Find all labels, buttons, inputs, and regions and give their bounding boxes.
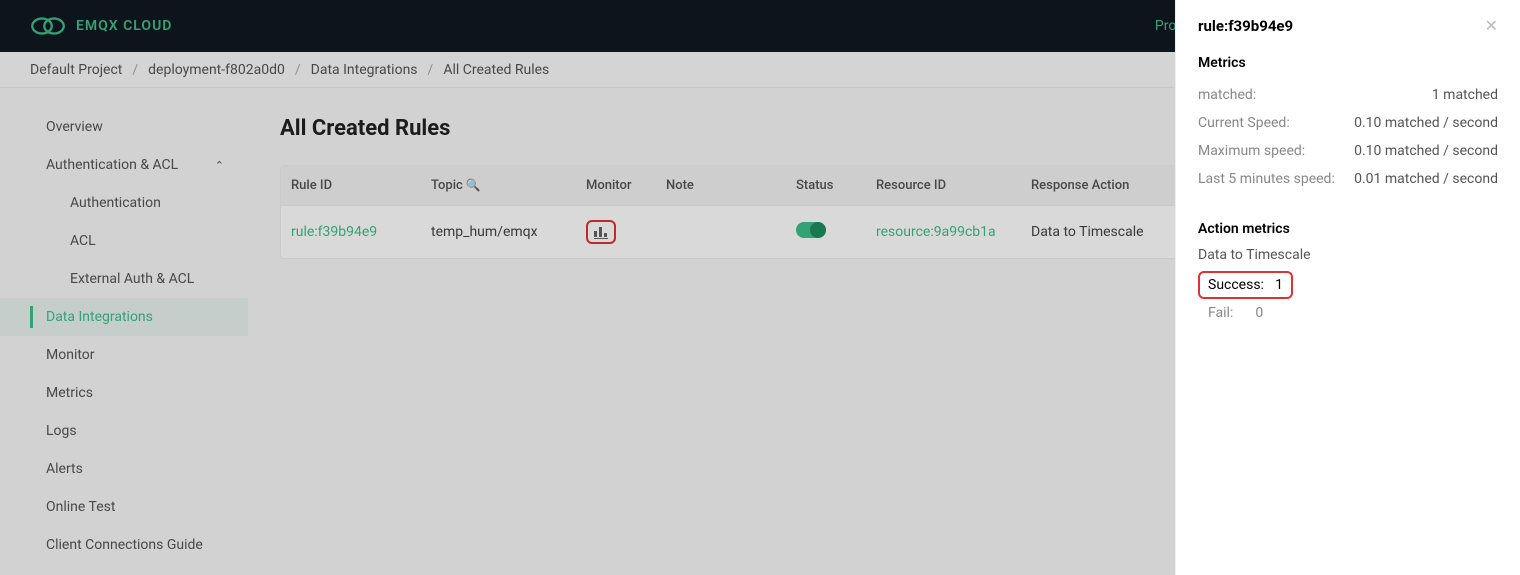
th-topic[interactable]: Topic🔍 — [421, 166, 576, 205]
th-resource-id: Resource ID — [866, 166, 1021, 205]
sidebar-item-data-integrations[interactable]: Data Integrations — [0, 298, 248, 336]
sidebar-item-external-auth[interactable]: External Auth & ACL — [0, 260, 248, 298]
sidebar-item-monitor[interactable]: Monitor — [0, 336, 248, 374]
success-label: Success: — [1208, 277, 1264, 293]
sidebar-item-authentication[interactable]: Authentication — [0, 184, 248, 222]
sidebar-item-client-connections[interactable]: Client Connections Guide — [0, 526, 248, 564]
highlight-box-success: Success: 1 — [1198, 271, 1498, 299]
cell-note — [656, 218, 786, 246]
status-toggle[interactable] — [796, 222, 826, 238]
metric-fail: Fail:0 — [1198, 299, 1498, 327]
metric-current-speed: Current Speed:0.10 matched / second — [1198, 109, 1498, 137]
th-rule-id: Rule ID — [281, 166, 421, 205]
metric-matched: matched:1 matched — [1198, 81, 1498, 109]
metrics-heading: Metrics — [1198, 55, 1498, 71]
sidebar-item-logs[interactable]: Logs — [0, 412, 248, 450]
metric-last5-speed: Last 5 minutes speed:0.01 matched / seco… — [1198, 165, 1498, 193]
sidebar-group-auth[interactable]: Authentication & ACL⌃ — [0, 146, 248, 184]
highlight-box — [586, 220, 616, 244]
rule-id-link[interactable]: rule:f39b94e9 — [291, 224, 377, 240]
cell-topic: temp_hum/emqx — [421, 210, 576, 254]
monitor-chart-icon[interactable] — [594, 225, 608, 239]
resource-id-link[interactable]: resource:9a99cb1a — [876, 224, 996, 240]
rule-detail-panel: rule:f39b94e9 ✕ Metrics matched:1 matche… — [1175, 0, 1520, 575]
panel-title: rule:f39b94e9 — [1198, 17, 1293, 35]
brand-logo[interactable]: EMQX CLOUD — [30, 15, 172, 37]
breadcrumb-project[interactable]: Default Project — [30, 62, 122, 78]
breadcrumb-deployment[interactable]: deployment-f802a0d0 — [148, 62, 285, 78]
breadcrumb-current: All Created Rules — [443, 62, 549, 78]
sidebar-item-acl[interactable]: ACL — [0, 222, 248, 260]
brand-text: EMQX CLOUD — [76, 18, 172, 34]
sidebar-item-overview[interactable]: Overview — [0, 108, 248, 146]
search-icon: 🔍 — [466, 178, 481, 192]
th-note: Note — [656, 166, 786, 205]
sidebar-item-metrics[interactable]: Metrics — [0, 374, 248, 412]
sidebar-item-alerts[interactable]: Alerts — [0, 450, 248, 488]
logo-icon — [30, 15, 66, 37]
action-metrics-heading: Action metrics — [1198, 221, 1498, 237]
close-icon[interactable]: ✕ — [1485, 16, 1498, 35]
metric-max-speed: Maximum speed:0.10 matched / second — [1198, 137, 1498, 165]
sidebar: Overview Authentication & ACL⌃ Authentic… — [0, 88, 248, 575]
sidebar-item-online-test[interactable]: Online Test — [0, 488, 248, 526]
th-monitor: Monitor — [576, 166, 656, 205]
breadcrumb-integrations[interactable]: Data Integrations — [311, 62, 418, 78]
th-status: Status — [786, 166, 866, 205]
chevron-up-icon: ⌃ — [215, 159, 224, 172]
success-value: 1 — [1275, 277, 1283, 293]
action-name: Data to Timescale — [1198, 247, 1498, 263]
